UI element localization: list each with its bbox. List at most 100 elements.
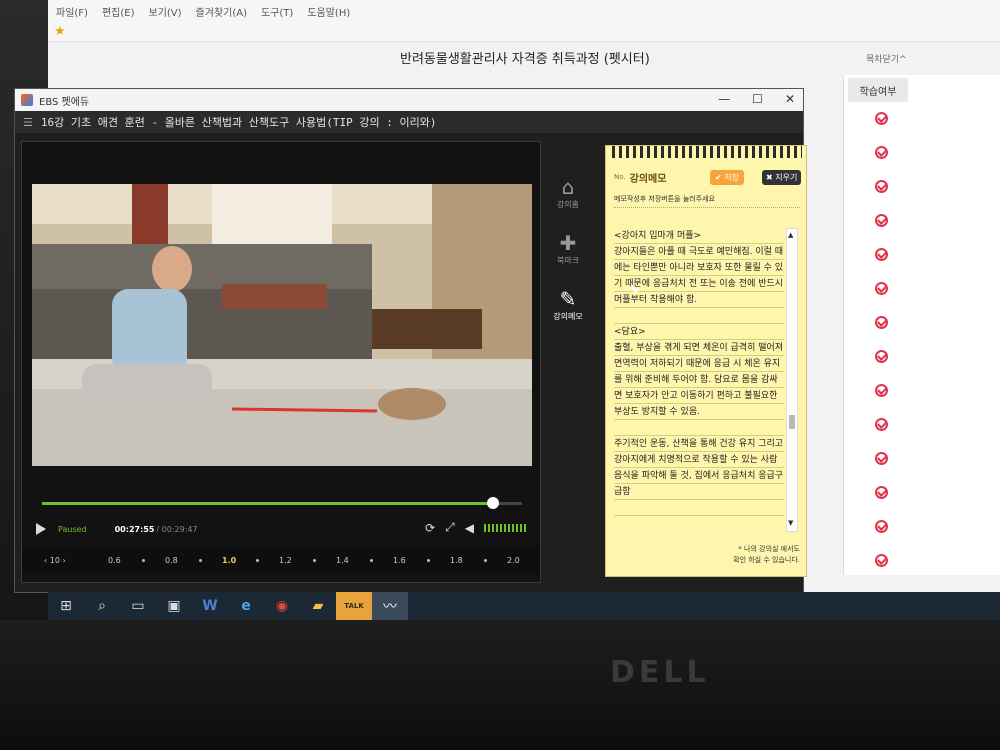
memo-footer-note: * 나의 강의실 에서도 확인 하실 수 있습니다. xyxy=(733,545,800,564)
windows-icon[interactable]: ⊞ xyxy=(48,592,84,620)
seek-bar-handle[interactable] xyxy=(487,497,500,509)
close-toc-button[interactable]: 목차닫기^ xyxy=(866,52,907,65)
list-icon[interactable]: ☰ xyxy=(23,116,33,129)
speed-option[interactable]: 1.8 xyxy=(450,556,463,565)
video-area: Paused 00:27:55 / 00:29:47 ⟳ ⤢ ◀ ‹ 10 › … xyxy=(21,141,541,583)
kakaotalk-icon[interactable]: TALK xyxy=(336,592,372,620)
minimize-button[interactable]: — xyxy=(718,92,730,106)
word-icon[interactable]: W xyxy=(192,592,228,620)
volume-icon[interactable]: ◀ xyxy=(465,521,474,535)
total-time: / 00:29:47 xyxy=(156,524,198,534)
store-icon[interactable]: ▣ xyxy=(156,592,192,620)
speed-tick xyxy=(256,559,259,562)
speed-tick xyxy=(199,559,202,562)
study-complete-icon xyxy=(875,350,888,363)
study-complete-icon xyxy=(875,214,888,227)
memo-title: 강의메모 xyxy=(629,173,667,185)
course-title: 반려동물생활관리사 자격증 취득과정 (펫시터) xyxy=(400,52,650,67)
scroll-down-icon[interactable]: ▼ xyxy=(788,519,793,527)
speed-option[interactable]: 0.8 xyxy=(165,556,178,565)
scroll-up-icon[interactable]: ▲ xyxy=(788,231,793,239)
memo-icon: ✎ xyxy=(559,287,577,311)
video-frame[interactable] xyxy=(32,184,532,466)
speed-tick xyxy=(313,559,316,562)
speed-option[interactable]: 1.2 xyxy=(279,556,292,565)
bookmark-icon: ✚ xyxy=(559,231,577,255)
app-logo-icon xyxy=(21,94,33,106)
study-complete-icon xyxy=(875,452,888,465)
maximize-button[interactable]: ☐ xyxy=(752,92,763,106)
study-complete-icon xyxy=(875,554,888,567)
study-complete-icon xyxy=(875,418,888,431)
favorites-star-icon[interactable]: ★ xyxy=(54,24,66,39)
ie-icon[interactable]: e xyxy=(228,592,264,620)
study-complete-icon xyxy=(875,112,888,125)
speed-tick xyxy=(142,559,145,562)
memo-scrollbar[interactable]: ▲ ▼ xyxy=(786,228,798,532)
study-complete-icon xyxy=(875,486,888,499)
volume-slider[interactable] xyxy=(484,523,528,532)
home-icon: ⌂ xyxy=(561,175,575,199)
study-complete-icon xyxy=(875,248,888,261)
laptop-base xyxy=(0,620,1000,750)
brand-logo: DELL xyxy=(610,655,710,690)
close-button[interactable]: ✕ xyxy=(785,92,795,106)
chrome-icon[interactable]: ◉ xyxy=(264,592,300,620)
player-controls: Paused 00:27:55 / 00:29:47 ⟳ ⤢ ◀ xyxy=(36,520,528,538)
memo-save-button[interactable]: ✔ 저장 xyxy=(710,170,744,185)
folder-icon[interactable]: ▰ xyxy=(300,592,336,620)
menu-edit[interactable]: 편집(E) xyxy=(102,4,135,19)
seek-bar-fill xyxy=(42,502,494,505)
taskbar: ⊞ ⌕ ▭ ▣ W e ◉ ▰ TALK 〰 xyxy=(48,592,1000,620)
repeat-icon[interactable]: ⟳ xyxy=(425,521,435,535)
lecture-bar: ☰ 16강 기초 애견 훈련 - 올바른 산책법과 산책도구 사용법(TIP 강… xyxy=(15,111,803,133)
speed-tick xyxy=(484,559,487,562)
speed-bar: ‹ 10 › 0.6 0.8 1.0 1.2 1.4 1.6 1.8 2.0 xyxy=(22,546,540,574)
memo-instructions: 메모작성후 저장버튼을 눌러주세요 xyxy=(614,194,800,208)
task-view-icon[interactable]: ▭ xyxy=(120,592,156,620)
player-icon[interactable]: 〰 xyxy=(372,592,408,620)
menu-help[interactable]: 도움말(H) xyxy=(307,4,350,19)
playback-status: Paused xyxy=(58,524,87,534)
scrollbar-thumb[interactable] xyxy=(789,415,795,429)
nav-bookmark[interactable]: ✚ 북마크 xyxy=(545,231,591,281)
speed-option[interactable]: 1.6 xyxy=(393,556,406,565)
speed-tick xyxy=(427,559,430,562)
memo-textarea[interactable]: <강아지 입마개 머플> 강아지들은 아플 때 극도로 예민해짐. 이럴 때에는… xyxy=(614,228,784,528)
menu-file[interactable]: 파일(F) xyxy=(56,4,88,19)
side-nav: ⌂ 강의홈 ✚ 북마크 ✎ 강의메모 xyxy=(545,175,591,375)
memo-no-label: No. xyxy=(614,173,626,181)
lecture-title: 16강 기초 애견 훈련 - 올바른 산책법과 산책도구 사용법(TIP 강의 … xyxy=(40,116,437,129)
play-icon[interactable] xyxy=(36,523,46,535)
spiral-binding xyxy=(612,146,802,158)
study-complete-icon xyxy=(875,384,888,397)
favorites-bar: ★ xyxy=(48,22,1000,42)
fullscreen-icon[interactable]: ⤢ xyxy=(445,520,455,535)
speed-option[interactable]: 0.6 xyxy=(108,556,121,565)
study-complete-icon xyxy=(875,180,888,193)
study-complete-icon xyxy=(875,316,888,329)
nav-lecture-home[interactable]: ⌂ 강의홈 xyxy=(545,175,591,225)
menu-view[interactable]: 보기(V) xyxy=(149,4,182,19)
memo-clear-button[interactable]: ✖ 지우기 xyxy=(762,170,802,185)
study-status-header: 학습여부 xyxy=(848,78,908,102)
study-complete-icon xyxy=(875,146,888,159)
search-icon[interactable]: ⌕ xyxy=(84,592,120,620)
speed-option[interactable]: 1.0 xyxy=(222,556,236,565)
current-time: 00:27:55 xyxy=(114,524,155,534)
study-complete-icon xyxy=(875,520,888,533)
menu-favorites[interactable]: 즐겨찾기(A) xyxy=(196,4,247,19)
study-status-column: 학습여부 xyxy=(848,78,908,578)
nav-lecture-memo[interactable]: ✎ 강의메모 xyxy=(545,287,591,337)
seek-bar[interactable] xyxy=(42,497,522,509)
speed-tick xyxy=(370,559,373,562)
menu-tools[interactable]: 도구(T) xyxy=(261,4,293,19)
skip-seconds-control[interactable]: ‹ 10 › xyxy=(44,556,66,565)
study-complete-icon xyxy=(875,282,888,295)
player-titlebar[interactable]: EBS 펫에듀 — ☐ ✕ xyxy=(15,89,803,111)
player-window: EBS 펫에듀 — ☐ ✕ ☰ 16강 기초 애견 훈련 - 올바른 산책법과 … xyxy=(14,88,807,593)
speed-option[interactable]: 2.0 xyxy=(507,556,520,565)
memo-header: No. 강의메모 ✔ 저장 ✖ 지우기 xyxy=(614,168,802,186)
app-name: EBS 펫에듀 xyxy=(39,96,90,108)
speed-option[interactable]: 1.4 xyxy=(336,556,349,565)
